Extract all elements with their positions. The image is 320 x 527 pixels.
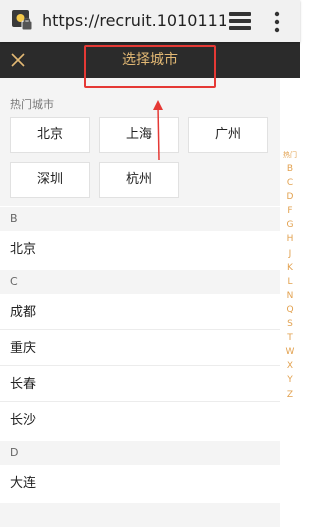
index-letter-k[interactable]: K — [287, 261, 293, 275]
tabs-icon[interactable] — [229, 12, 251, 30]
index-letter-g[interactable]: G — [287, 218, 294, 232]
index-letter-q[interactable]: Q — [286, 303, 293, 317]
hot-city-shenzhen[interactable]: 深圳 — [10, 162, 90, 198]
index-letter-f[interactable]: F — [287, 204, 292, 218]
city-item-changsha[interactable]: 长沙 — [0, 403, 280, 438]
index-letter-s[interactable]: S — [287, 317, 293, 331]
url-field[interactable]: https://recruit.10101111.c — [42, 10, 226, 32]
index-letter-h[interactable]: H — [287, 232, 294, 246]
index-hot[interactable]: 热门 — [283, 148, 297, 162]
index-letter-t[interactable]: T — [287, 331, 293, 345]
close-icon[interactable] — [10, 52, 26, 68]
site-favicon-icon — [12, 10, 33, 31]
city-item-beijing[interactable]: 北京 — [0, 232, 280, 267]
group-header-next — [0, 503, 280, 527]
page-title: 选择城市 — [122, 52, 178, 68]
index-letter-c[interactable]: C — [287, 176, 293, 190]
hot-cities-label: 热门城市 — [10, 98, 54, 111]
group-header-b: B — [0, 207, 280, 231]
city-item-changchun[interactable]: 长春 — [0, 367, 280, 402]
index-letter-x[interactable]: X — [287, 359, 293, 373]
alphabet-index-bar[interactable]: 热门 B C D F G H J K L N Q S T W X Y Z — [280, 148, 300, 402]
index-letter-z[interactable]: Z — [287, 388, 293, 402]
group-header-d: D — [0, 441, 280, 465]
hot-city-guangzhou[interactable]: 广州 — [188, 117, 268, 153]
app-header: 选择城市 — [0, 42, 300, 78]
index-letter-j[interactable]: J — [289, 247, 292, 261]
city-item-chongqing[interactable]: 重庆 — [0, 331, 280, 366]
index-letter-d[interactable]: D — [287, 190, 294, 204]
annotation-arrow — [153, 100, 163, 161]
index-letter-y[interactable]: Y — [287, 373, 293, 387]
overflow-menu-icon[interactable] — [273, 11, 281, 33]
browser-address-bar: https://recruit.10101111.c — [0, 0, 300, 42]
city-item-dalian[interactable]: 大连 — [0, 466, 280, 501]
hot-city-hangzhou[interactable]: 杭州 — [99, 162, 179, 198]
hot-city-beijing[interactable]: 北京 — [10, 117, 90, 153]
index-letter-b[interactable]: B — [287, 162, 293, 176]
index-letter-n[interactable]: N — [287, 289, 294, 303]
index-letter-w[interactable]: W — [286, 345, 295, 359]
city-item-chengdu[interactable]: 成都 — [0, 295, 280, 330]
index-letter-l[interactable]: L — [287, 275, 292, 289]
group-header-c: C — [0, 270, 280, 294]
